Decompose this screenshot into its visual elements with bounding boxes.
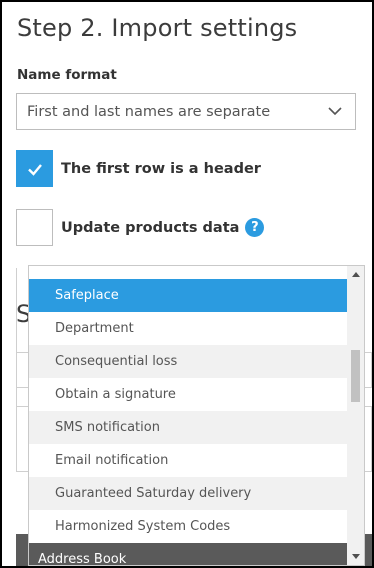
update-products-label: Update products data bbox=[61, 219, 240, 236]
dropdown-group-header: Address Book bbox=[29, 543, 348, 565]
first-row-header-label: The first row is a header bbox=[61, 160, 261, 177]
dropdown-option[interactable]: Harmonized System Codes bbox=[29, 510, 348, 543]
name-format-label: Name format bbox=[17, 67, 117, 83]
page-title: Step 2. Import settings bbox=[17, 14, 298, 42]
chevron-down-icon bbox=[328, 107, 342, 116]
field-dropdown-list[interactable]: Safeplace Department Consequential loss Obt… bbox=[28, 265, 365, 566]
question-circle-icon[interactable]: ? bbox=[245, 218, 265, 237]
name-format-value: First and last names are separate bbox=[27, 103, 271, 120]
dropdown-option[interactable]: Email notification bbox=[29, 444, 348, 477]
first-row-header-checkbox[interactable] bbox=[16, 150, 53, 187]
dropdown-option[interactable]: Department bbox=[29, 312, 348, 345]
update-products-option[interactable]: Update products data ? bbox=[16, 209, 265, 246]
scroll-down-arrow-icon[interactable] bbox=[347, 550, 364, 564]
update-products-checkbox[interactable] bbox=[16, 209, 53, 246]
dropdown-option[interactable]: Obtain a signature bbox=[29, 378, 348, 411]
dropdown-scrollbar[interactable] bbox=[347, 266, 364, 565]
dropdown-options: Safeplace Department Consequential loss Obt… bbox=[29, 279, 348, 565]
dropdown-option[interactable]: SMS notification bbox=[29, 411, 348, 444]
import-settings-panel: Step 2. Import settings Name format Firs… bbox=[2, 2, 372, 566]
dropdown-option[interactable]: Guaranteed Saturday delivery bbox=[29, 477, 348, 510]
dropdown-option[interactable]: Safeplace bbox=[29, 279, 348, 312]
scrollbar-thumb[interactable] bbox=[351, 350, 360, 402]
scroll-up-arrow-icon[interactable] bbox=[347, 267, 364, 281]
name-format-select[interactable]: First and last names are separate bbox=[16, 93, 356, 130]
checkmark-icon bbox=[27, 163, 42, 176]
first-row-header-option[interactable]: The first row is a header bbox=[16, 150, 261, 187]
dropdown-option[interactable]: Consequential loss bbox=[29, 345, 348, 378]
